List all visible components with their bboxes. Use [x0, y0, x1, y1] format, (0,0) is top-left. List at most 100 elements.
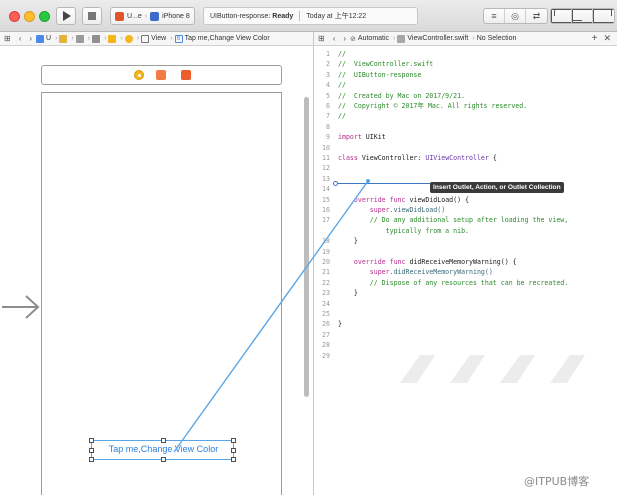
- code-token: .viewDidLoad(): [389, 206, 446, 214]
- crumb-storyboard[interactable]: [75, 34, 84, 43]
- resize-handle[interactable]: [231, 457, 236, 462]
- code-line[interactable]: 11 class ViewController: UIViewController…: [314, 153, 617, 163]
- code-line[interactable]: 20 override func didReceiveMemoryWarning…: [314, 257, 617, 267]
- chevron-right-icon: ›: [144, 12, 148, 20]
- view-controller-icon[interactable]: [134, 70, 144, 80]
- code-line[interactable]: 12: [314, 163, 617, 173]
- code-line[interactable]: 9 import UIKit: [314, 132, 617, 142]
- crumb-project[interactable]: U: [36, 34, 51, 43]
- selection-crumb[interactable]: No Selection: [477, 35, 517, 42]
- code-line[interactable]: 8: [314, 122, 617, 132]
- assistant-code-editor[interactable]: 1 // 2 // ViewController.swift 3 // UIButton-…: [314, 47, 617, 495]
- assistant-editor-button[interactable]: ◎: [505, 9, 526, 23]
- code-line[interactable]: 4 //: [314, 80, 617, 90]
- crumb-base[interactable]: [92, 34, 101, 43]
- grid-icon[interactable]: ⊞: [4, 34, 11, 43]
- back-icon[interactable]: ‹: [333, 34, 336, 43]
- chevron-right-icon: ›: [71, 35, 74, 42]
- stop-button[interactable]: [82, 7, 102, 25]
- code-line[interactable]: 15 override func viewDidLoad() {: [314, 195, 617, 205]
- crumb-scene[interactable]: [108, 34, 117, 43]
- resize-handle[interactable]: [231, 448, 236, 453]
- code-line[interactable]: 24: [314, 299, 617, 309]
- code-token: import: [338, 133, 366, 142]
- code-line[interactable]: 7 //: [314, 111, 617, 121]
- chevron-right-icon: ›: [472, 35, 475, 42]
- tap-me-button[interactable]: Tap me,Change View Color: [89, 438, 236, 462]
- line-number: 2: [326, 60, 330, 69]
- crumb-controller[interactable]: [124, 34, 133, 43]
- file-crumb[interactable]: ViewController.swift: [397, 34, 468, 43]
- canvas-vertical-scrollbar[interactable]: [304, 97, 309, 397]
- code-line[interactable]: 3 // UIButton-response: [314, 70, 617, 80]
- arrows-icon: ⇄: [532, 10, 541, 21]
- resize-handle[interactable]: [89, 448, 94, 453]
- code-line[interactable]: 5 // Created by Mac on 2017/9/21.: [314, 91, 617, 101]
- back-icon[interactable]: ‹: [19, 34, 22, 43]
- code-line[interactable]: 29: [314, 351, 617, 361]
- add-editor-icon[interactable]: +: [592, 33, 598, 44]
- panel-toggle-group: [550, 8, 615, 24]
- exit-icon[interactable]: [181, 70, 191, 80]
- resize-handle[interactable]: [89, 438, 94, 443]
- code-line[interactable]: 17 // Do any additional setup after load…: [314, 215, 617, 225]
- code-line[interactable]: typically from a nib.: [314, 226, 617, 236]
- inspector-toggle-button[interactable]: [593, 9, 614, 23]
- close-icon[interactable]: ✕: [603, 33, 611, 44]
- line-number: 22: [322, 278, 330, 287]
- line-number: 6: [326, 102, 330, 110]
- line-number: 18: [322, 237, 330, 246]
- resize-handle[interactable]: [161, 438, 166, 443]
- storyboard-canvas[interactable]: Tap me,Change View Color: [0, 47, 313, 495]
- chevron-right-icon: ›: [104, 35, 107, 42]
- code-line[interactable]: 23 }: [314, 288, 617, 298]
- lines-icon: ≡: [491, 11, 497, 21]
- grid-icon[interactable]: ⊞: [318, 34, 325, 43]
- code-line[interactable]: 25: [314, 309, 617, 319]
- version-editor-button[interactable]: ⇄: [526, 9, 547, 23]
- first-responder-icon[interactable]: [156, 70, 166, 80]
- automatic-mode-crumb[interactable]: ⊘ Automatic: [350, 35, 389, 43]
- view-controller-scene[interactable]: [41, 92, 282, 495]
- code-text: class ViewController: UIViewController {: [338, 153, 497, 163]
- run-button[interactable]: [56, 7, 76, 25]
- code-text: }: [338, 288, 358, 298]
- line-number: 11: [322, 154, 330, 162]
- code-token: UIViewController: [425, 154, 489, 162]
- code-token: }: [338, 289, 358, 298]
- code-line[interactable]: 21 super.didReceiveMemoryWarning(): [314, 267, 617, 277]
- zoom-window-button[interactable]: [39, 11, 50, 22]
- debug-toggle-button[interactable]: [572, 9, 593, 23]
- scheme-selector[interactable]: U...e › iPhone 8: [110, 7, 195, 25]
- code-line[interactable]: 19: [314, 247, 617, 257]
- forward-icon[interactable]: ›: [343, 34, 346, 43]
- minimize-window-button[interactable]: [24, 11, 35, 22]
- crumb-folder[interactable]: [59, 34, 68, 43]
- code-line[interactable]: 26}: [314, 319, 617, 329]
- close-window-button[interactable]: [9, 11, 20, 22]
- code-line[interactable]: 10: [314, 143, 617, 153]
- resize-handle[interactable]: [89, 457, 94, 462]
- forward-icon[interactable]: ›: [29, 34, 32, 43]
- code-line[interactable]: 1 //: [314, 49, 617, 59]
- code-line[interactable]: 6 // Copyright © 2017年 Mac. All rights re…: [314, 101, 617, 111]
- code-line[interactable]: 22 // Dispose of any resources that can …: [314, 278, 617, 288]
- resize-handle[interactable]: [161, 457, 166, 462]
- crumb-button[interactable]: B Tap me,Change View Color: [174, 34, 270, 43]
- crumb-view[interactable]: View: [141, 34, 166, 43]
- line-number: 21: [322, 268, 330, 277]
- code-text: super.viewDidLoad(): [338, 205, 445, 215]
- navigator-toggle-button[interactable]: [551, 9, 572, 23]
- code-line[interactable]: 2 // ViewController.swift: [314, 59, 617, 69]
- window-toolbar: U...e › iPhone 8 UIButton-response: Read…: [0, 0, 617, 32]
- line-number: 4: [326, 81, 330, 90]
- resize-handle[interactable]: [231, 438, 236, 443]
- swift-file-icon: [397, 34, 406, 43]
- standard-editor-button[interactable]: ≡: [484, 9, 505, 23]
- code-text: // Dispose of any resources that can be …: [338, 278, 569, 288]
- code-line[interactable]: 28: [314, 340, 617, 350]
- code-line[interactable]: 16 super.viewDidLoad(): [314, 205, 617, 215]
- line-number: 17: [322, 216, 330, 225]
- code-line[interactable]: 27: [314, 330, 617, 340]
- code-line[interactable]: 18 }: [314, 236, 617, 246]
